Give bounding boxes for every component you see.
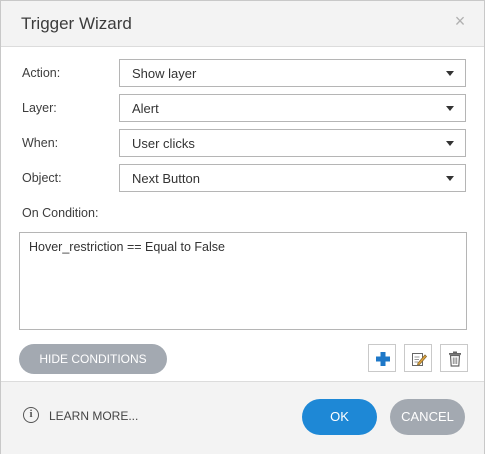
add-icon — [376, 352, 390, 366]
delete-condition-button[interactable] — [440, 344, 468, 372]
layer-label: Layer: — [22, 101, 57, 115]
layer-value: Alert — [132, 101, 159, 116]
close-icon[interactable]: × — [452, 12, 468, 30]
chevron-down-icon — [446, 141, 454, 146]
edit-condition-button[interactable] — [404, 344, 432, 372]
chevron-down-icon — [446, 106, 454, 111]
object-select[interactable]: Next Button — [119, 164, 466, 192]
info-icon[interactable]: i — [23, 407, 39, 423]
action-value: Show layer — [132, 66, 197, 81]
dialog-titlebar: Trigger Wizard × — [1, 1, 484, 47]
object-label: Object: — [22, 171, 62, 185]
on-condition-label: On Condition: — [22, 206, 99, 220]
hide-conditions-button[interactable]: HIDE CONDITIONS — [19, 344, 167, 374]
learn-more-link[interactable]: LEARN MORE... — [49, 409, 138, 423]
layer-select[interactable]: Alert — [119, 94, 466, 122]
chevron-down-icon — [446, 176, 454, 181]
delete-icon — [449, 351, 461, 367]
when-select[interactable]: User clicks — [119, 129, 466, 157]
trigger-wizard-dialog: Trigger Wizard × Action: Show layer Laye… — [0, 0, 485, 454]
dialog-title: Trigger Wizard — [21, 14, 132, 33]
condition-list[interactable]: Hover_restriction == Equal to False — [19, 232, 467, 330]
add-condition-button[interactable] — [368, 344, 396, 372]
action-label: Action: — [22, 66, 61, 80]
chevron-down-icon — [446, 71, 454, 76]
action-select[interactable]: Show layer — [119, 59, 466, 87]
when-label: When: — [22, 136, 59, 150]
ok-button[interactable]: OK — [302, 399, 377, 435]
edit-icon — [412, 353, 428, 366]
object-value: Next Button — [132, 171, 200, 186]
condition-item[interactable]: Hover_restriction == Equal to False — [29, 240, 225, 254]
cancel-button[interactable]: CANCEL — [390, 399, 465, 435]
when-value: User clicks — [132, 136, 195, 151]
